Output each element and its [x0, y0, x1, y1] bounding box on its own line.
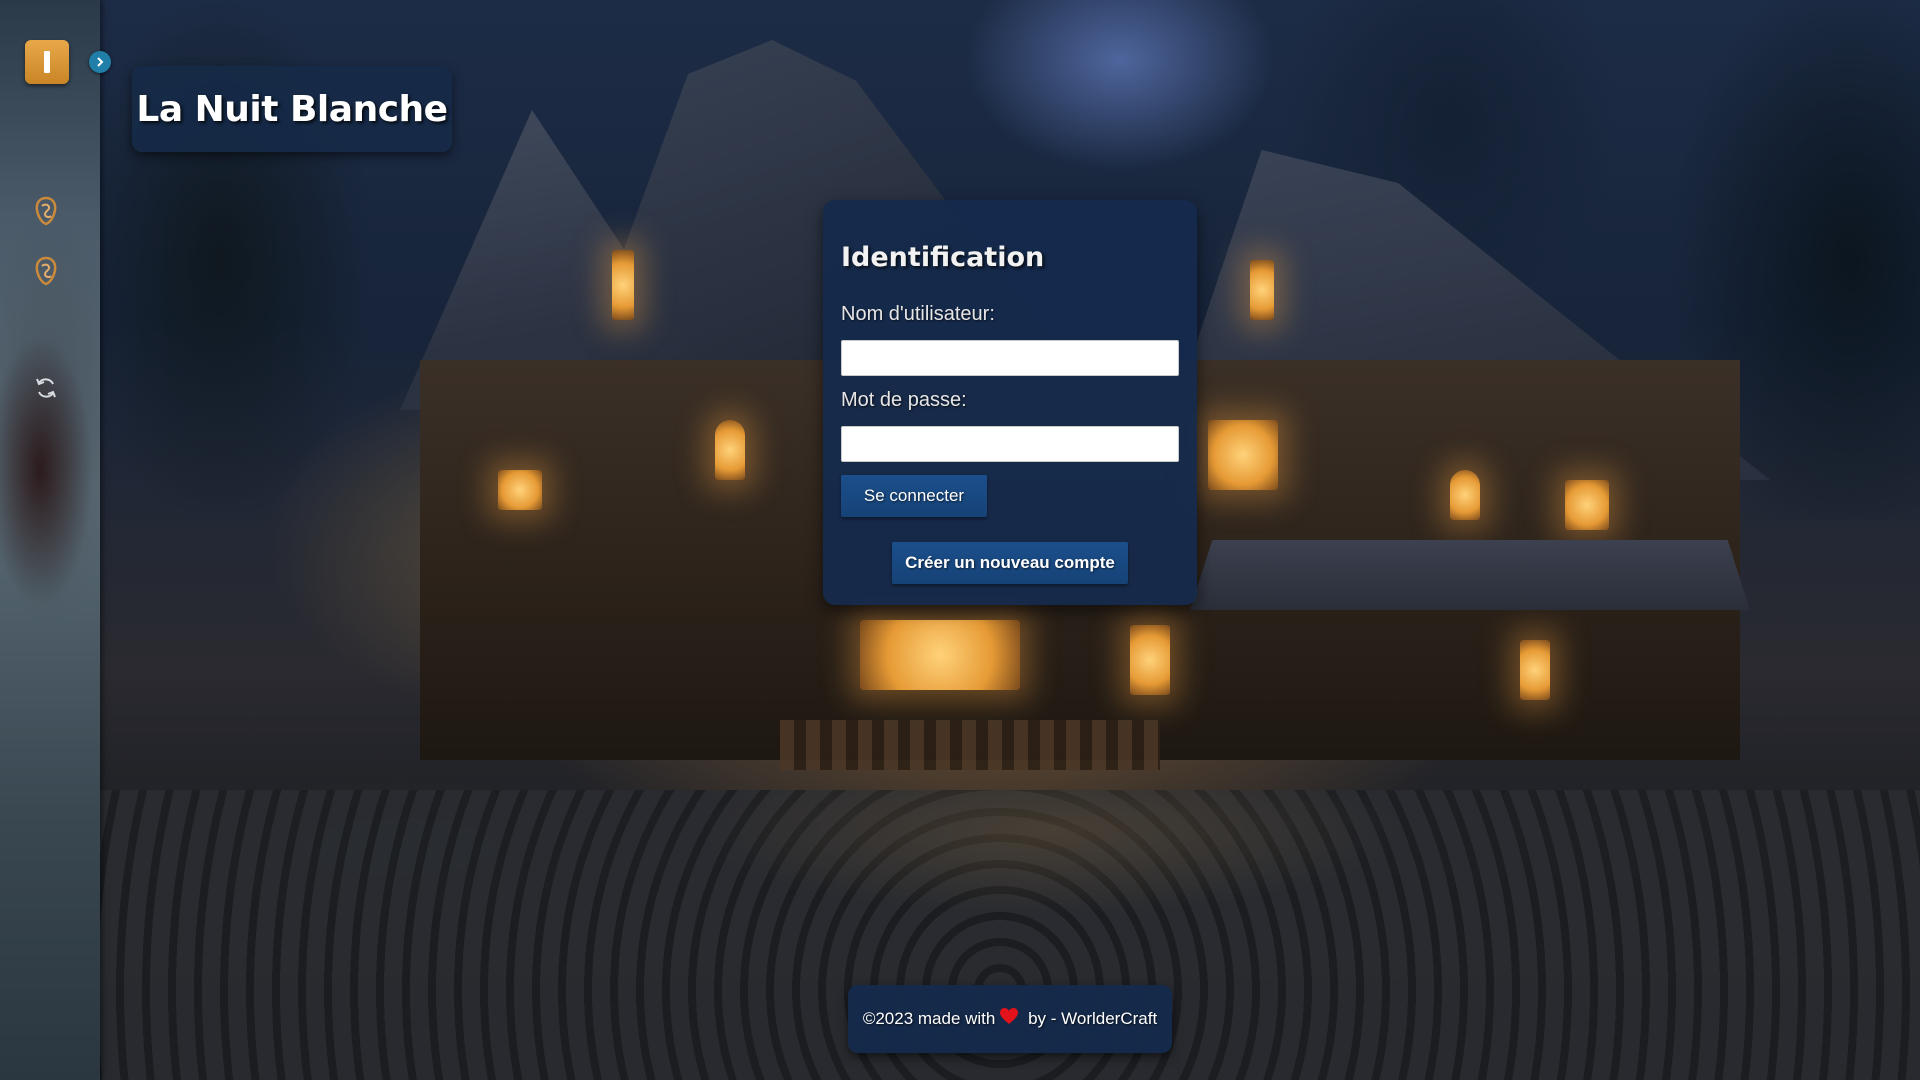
lit-window	[1130, 625, 1170, 695]
lit-window	[1250, 260, 1274, 320]
lit-window	[1565, 480, 1609, 530]
create-account-button[interactable]: Créer un nouveau compte	[892, 542, 1128, 584]
porch-roof	[1190, 540, 1750, 610]
tavern-logo-icon[interactable]	[25, 40, 69, 84]
heart-icon	[999, 1007, 1019, 1025]
refresh-icon[interactable]	[31, 373, 61, 403]
username-input[interactable]	[841, 340, 1179, 376]
app-title: La Nuit Blanche	[136, 88, 448, 130]
lit-window	[1450, 470, 1480, 520]
dragon-emblem-icon[interactable]	[31, 256, 61, 286]
app-title-badge: La Nuit Blanche	[132, 66, 452, 152]
expand-sidebar-button[interactable]	[89, 51, 111, 73]
password-input[interactable]	[841, 426, 1179, 462]
lit-window	[860, 620, 1020, 690]
footer-prefix: ©2023 made with	[862, 1009, 996, 1028]
lit-window	[1208, 420, 1278, 490]
footer-credit: by - WorlderCraft	[1023, 1009, 1158, 1028]
wooden-fence	[780, 720, 1160, 770]
footer: ©2023 made with by - WorlderCraft	[848, 985, 1172, 1053]
chevron-right-icon	[97, 57, 104, 67]
sidebar	[0, 0, 100, 1080]
login-title: Identification	[841, 242, 1045, 273]
login-panel: Identification Nom d'utilisateur: Mot de…	[823, 200, 1197, 605]
username-label: Nom d'utilisateur:	[841, 303, 995, 325]
lit-window	[612, 250, 634, 320]
lit-window	[715, 420, 745, 480]
password-label: Mot de passe:	[841, 389, 967, 411]
dragon-emblem-icon[interactable]	[31, 196, 61, 226]
lit-window	[498, 470, 542, 510]
login-button[interactable]: Se connecter	[841, 475, 987, 517]
lit-window	[1520, 640, 1550, 700]
